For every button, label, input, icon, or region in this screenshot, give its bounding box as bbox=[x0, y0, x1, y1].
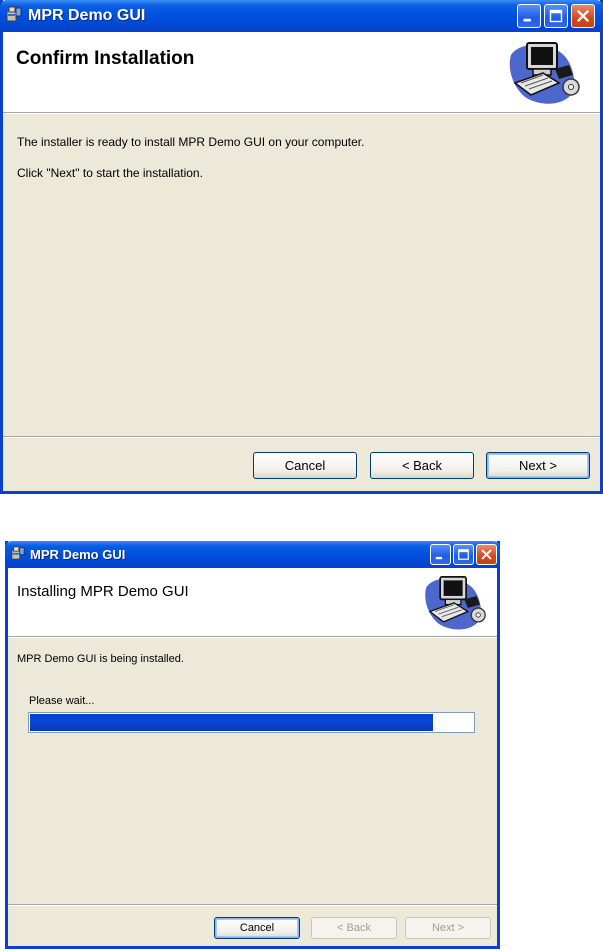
minimize-icon bbox=[523, 18, 531, 22]
close-button[interactable] bbox=[476, 544, 497, 565]
computer-setup-illustration bbox=[425, 576, 486, 630]
window-title: MPR Demo GUI bbox=[28, 7, 146, 24]
please-wait-label: Please wait... bbox=[29, 695, 95, 707]
maximize-button[interactable] bbox=[544, 4, 568, 28]
close-icon bbox=[481, 549, 492, 560]
back-button[interactable]: < Back bbox=[311, 917, 397, 939]
close-icon bbox=[577, 10, 589, 22]
install-progress-bar bbox=[28, 712, 475, 733]
title-bar[interactable]: MPR Demo GUI bbox=[0, 0, 603, 32]
maximize-icon bbox=[458, 549, 469, 560]
ready-message: The installer is ready to install MPR De… bbox=[17, 135, 365, 149]
installing-window: MPR Demo GUI Installing MPR Demo GUI MPR… bbox=[5, 541, 500, 949]
confirm-installation-window: MPR Demo GUI Confirm Installation The in… bbox=[0, 0, 603, 494]
next-button[interactable]: Next > bbox=[486, 452, 590, 479]
back-button[interactable]: < Back bbox=[370, 452, 474, 479]
button-separator bbox=[8, 904, 497, 906]
next-button[interactable]: Next > bbox=[405, 917, 491, 939]
cancel-button[interactable]: Cancel bbox=[253, 452, 357, 479]
minimize-button[interactable] bbox=[430, 544, 451, 565]
computer-setup-illustration bbox=[509, 42, 580, 104]
header-banner: Confirm Installation bbox=[3, 32, 600, 114]
page-title: Installing MPR Demo GUI bbox=[17, 583, 189, 600]
installer-icon bbox=[6, 6, 22, 22]
instruction-message: Click "Next" to start the installation. bbox=[17, 166, 203, 180]
installer-icon bbox=[11, 546, 25, 560]
cancel-button[interactable]: Cancel bbox=[214, 917, 300, 939]
page-title: Confirm Installation bbox=[16, 48, 195, 69]
header-banner: Installing MPR Demo GUI bbox=[8, 568, 497, 638]
button-separator bbox=[3, 436, 600, 438]
minimize-button[interactable] bbox=[517, 4, 541, 28]
title-bar[interactable]: MPR Demo GUI bbox=[5, 541, 500, 568]
progress-fill bbox=[30, 714, 433, 731]
maximize-button[interactable] bbox=[453, 544, 474, 565]
close-button[interactable] bbox=[571, 4, 595, 28]
maximize-icon bbox=[549, 9, 563, 23]
status-message: MPR Demo GUI is being installed. bbox=[17, 653, 184, 665]
window-title: MPR Demo GUI bbox=[30, 547, 126, 562]
minimize-icon bbox=[435, 556, 443, 560]
